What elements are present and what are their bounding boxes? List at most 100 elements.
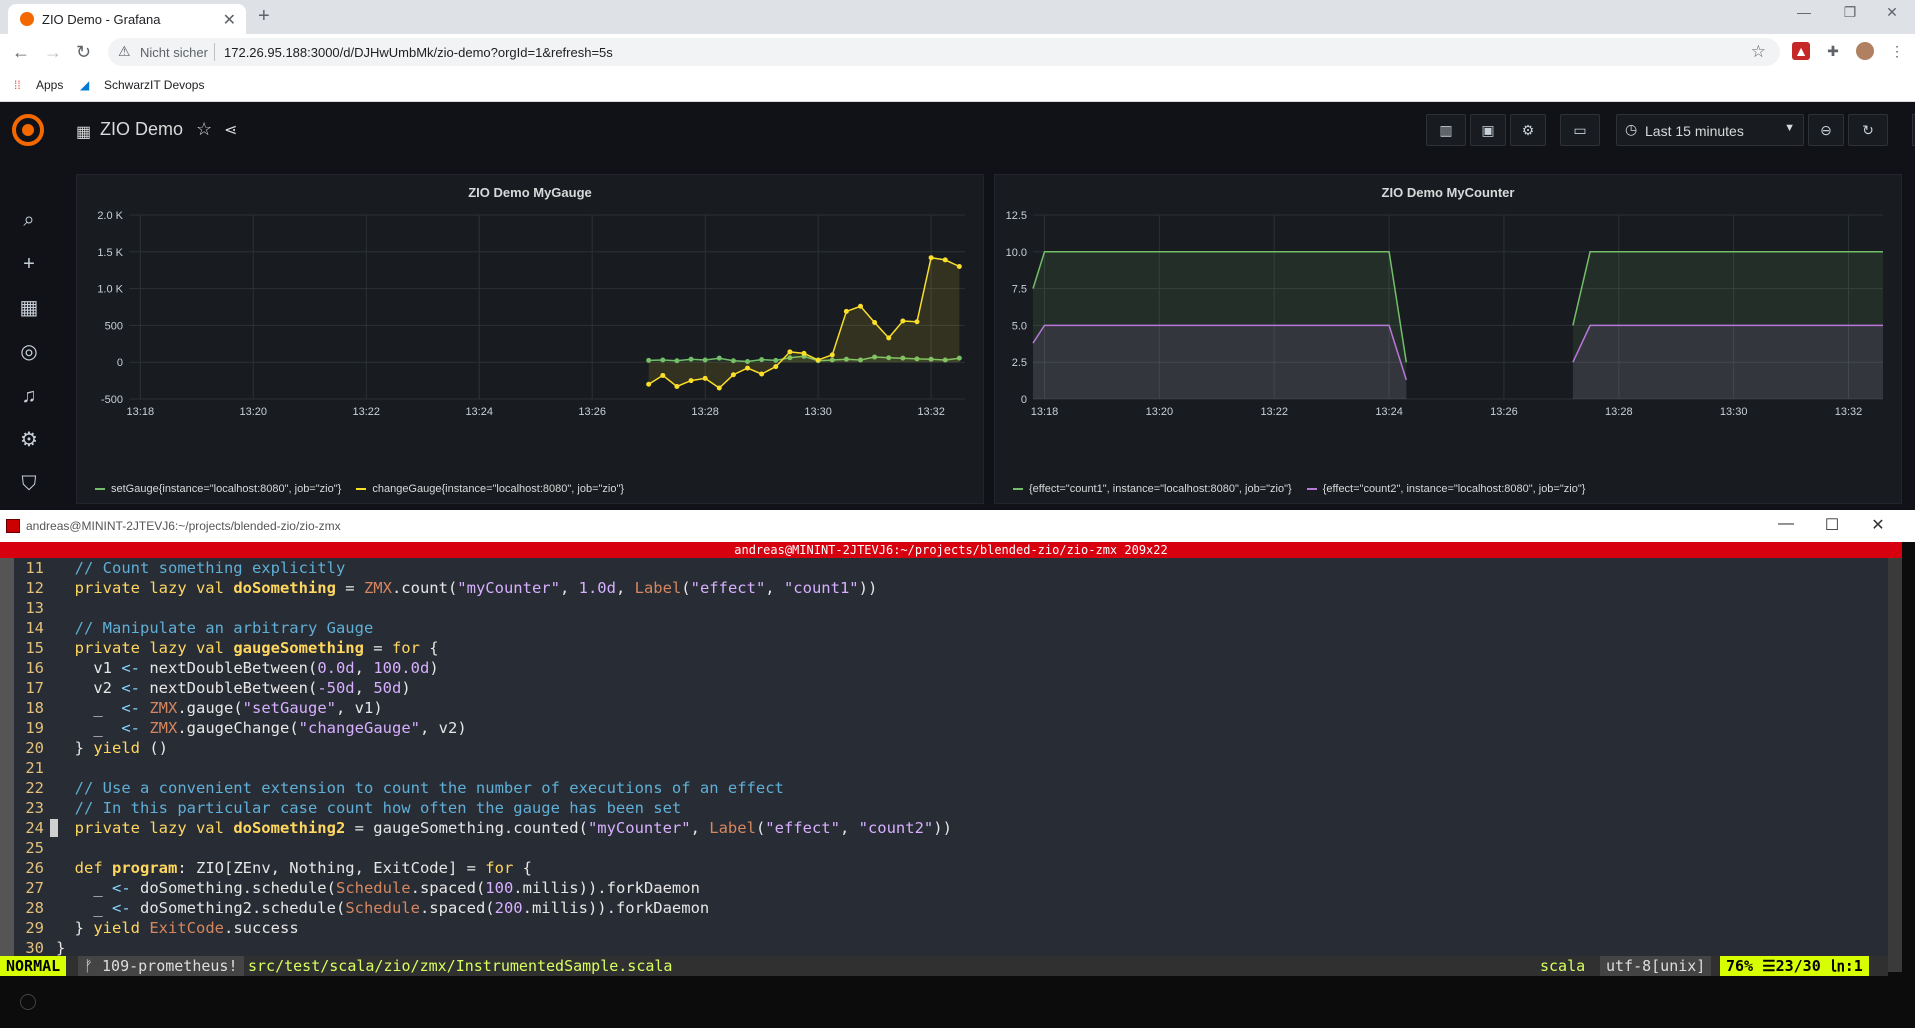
code-token: 50d [373,679,402,697]
new-tab-button[interactable]: + [258,5,270,28]
code-line[interactable]: 11 // Count something explicitly [0,558,1888,578]
bookmark-apps[interactable]: Apps [36,78,63,92]
panel-mygauge[interactable]: ZIO Demo MyGauge -500 0 500 1.0 K 1.5 K 2.0 K… [76,174,984,504]
time-range-picker[interactable]: ◷ Last 15 minutes ▼ [1616,114,1804,146]
code-line[interactable]: 13 [0,598,1888,618]
line-number: 23 [25,799,44,817]
code-line[interactable]: 27 _ <- doSomething.schedule(Schedule.sp… [0,878,1888,898]
code-line[interactable]: 16 v1 <- nextDoubleBetween(0.0d, 100.0d) [0,658,1888,678]
code-token: yield [93,919,140,937]
cycle-view-mode-icon[interactable]: ▭ [1560,114,1600,146]
x-tick-label: 13:18 [127,406,155,418]
insecure-label[interactable]: Nicht sicher [140,45,208,60]
info-circle-icon [20,994,36,1010]
save-dashboard-icon[interactable]: ▣ [1470,114,1506,146]
create-plus-icon[interactable]: + [17,252,41,276]
apps-grid-icon[interactable]: ⁞⁞ [14,78,21,92]
code-line[interactable]: 23 // In this particular case count how … [0,798,1888,818]
url-text[interactable]: 172.26.95.188:3000/d/DJHwUmbMk/zio-demo?… [224,45,613,60]
code-line[interactable]: 25 [0,838,1888,858]
data-point [914,319,920,325]
terminal-close-icon[interactable]: ✕ [1858,515,1898,535]
browser-tab[interactable]: ZIO Demo - Grafana ✕ [8,4,246,34]
minimize-window-icon[interactable]: — [1784,4,1824,20]
code-line[interactable]: 22 // Use a convenient extension to coun… [0,778,1888,798]
code-line[interactable]: 24 private lazy val doSomething2 = gauge… [0,818,1888,838]
code-token: ( [681,579,691,597]
panel-legend: setGauge{instance="localhost:8080", job=… [95,483,636,495]
code-text: } yield ExitCode.success [56,918,299,938]
vim-editor[interactable]: 11 // Count something explicitly 12 priva… [0,558,1888,972]
legend-item-count1[interactable]: {effect="count1", instance="localhost:80… [1013,483,1292,495]
code-token: () [140,739,168,757]
code-token: Schedule [345,899,420,917]
grafana-app: ⌕ + ▦ ◎ ♫ ⚙ ⛉ ▦ ZIO Demo ☆ ⋖ ▥ ▣ ⚙ ▭ ◷ L… [0,102,1915,510]
reload-icon[interactable]: ↻ [76,42,91,63]
forward-icon[interactable]: → [44,42,62,63]
data-point [745,365,751,371]
code-line[interactable]: 12 private lazy val doSomething = ZMX.co… [0,578,1888,598]
back-icon[interactable]: ← [12,42,30,63]
code-line[interactable]: 28 _ <- doSomething2.schedule(Schedule.s… [0,898,1888,918]
refresh-icon[interactable]: ↻ [1848,114,1888,146]
add-panel-icon[interactable]: ▥ [1426,114,1466,146]
code-token: "count1" [783,579,859,597]
data-point [646,357,652,363]
code-line[interactable]: 18 _ <- ZMX.gauge("setGauge", v1) [0,698,1888,718]
bookmark-star-icon[interactable]: ☆ [1751,42,1766,62]
address-bar[interactable]: ⚠ Nicht sicher 172.26.95.188:3000/d/DJHw… [108,38,1780,66]
code-line[interactable]: 15 private lazy val gaugeSomething = for… [0,638,1888,658]
terminal-maximize-icon[interactable]: ☐ [1812,515,1852,535]
code-token: private lazy val [56,639,234,657]
code-token: , [354,679,374,697]
code-line[interactable]: 30} [0,938,1888,958]
alerting-bell-icon[interactable]: ♫ [17,384,41,408]
tab-close-icon[interactable]: ✕ [223,10,236,30]
code-line[interactable]: 29 } yield ExitCode.success [0,918,1888,938]
terminal-scrollbar[interactable] [1888,558,1902,972]
code-token: } [56,919,94,937]
code-line[interactable]: 20 } yield () [0,738,1888,758]
series-area [648,257,960,388]
dashboard-title[interactable]: ZIO Demo [100,119,183,140]
more-menu-icon[interactable]: ⋮ [1888,42,1906,60]
legend-item-count2[interactable]: {effect="count2", instance="localhost:80… [1306,483,1585,495]
panel-mycounter[interactable]: ZIO Demo MyCounter 0 2.5 5.0 7.5 10.0 12.5 13:… [994,174,1902,504]
code-token: )) [933,819,952,837]
share-icon[interactable]: ⋖ [224,120,237,140]
zoom-out-icon[interactable]: ⊖ [1808,114,1844,146]
data-point [730,372,736,378]
code-text: } yield () [56,738,168,758]
code-line[interactable]: 26 def program: ZIO[ZEnv, Nothing, ExitC… [0,858,1888,878]
configuration-gear-icon[interactable]: ⚙ [17,428,41,452]
legend-item-changegauge[interactable]: changeGauge{instance="localhost:8080", j… [356,483,624,495]
puzzle-extensions-icon[interactable]: ✚ [1824,42,1842,60]
code-line[interactable]: 19 _ <- ZMX.gaugeChange("changeGauge", v… [0,718,1888,738]
dashboard-grid-icon: ▦ [76,124,92,141]
dashboard-settings-gear-icon[interactable]: ⚙ [1510,114,1546,146]
code-line[interactable]: 21 [0,758,1888,778]
grafana-logo-icon[interactable] [12,114,44,146]
pdf-extension-icon[interactable]: ▲ [1792,42,1810,60]
mark-favorite-star-icon[interactable]: ☆ [196,119,212,140]
azure-devops-icon[interactable]: ◢ [80,78,89,92]
code-line[interactable]: 17 v2 <- nextDoubleBetween(-50d, 50d) [0,678,1888,698]
explore-compass-icon[interactable]: ◎ [17,340,41,364]
bookmark-devops[interactable]: SchwarzIT Devops [104,78,204,92]
data-point [900,318,906,324]
data-point [716,355,722,361]
restore-window-icon[interactable]: ❐ [1830,4,1870,21]
code-line[interactable]: 14 // Manipulate an arbitrary Gauge [0,618,1888,638]
legend-item-setgauge[interactable]: setGauge{instance="localhost:8080", job=… [95,483,341,495]
warning-icon[interactable]: ⚠ [118,43,131,60]
dashboards-grid-icon[interactable]: ▦ [17,296,41,320]
server-admin-shield-icon[interactable]: ⛉ [17,472,41,496]
close-window-icon[interactable]: ✕ [1872,4,1912,21]
file-path-label: src/test/scala/zio/zmx/InstrumentedSampl… [248,957,673,975]
code-token: : ZIO[ZEnv, Nothing, ExitCode] = [177,859,486,877]
terminal-minimize-icon[interactable]: — [1766,515,1806,533]
search-icon[interactable]: ⌕ [17,208,41,232]
profile-avatar[interactable] [1856,42,1874,60]
code-token: } [56,739,94,757]
code-token: "myCounter" [457,579,560,597]
